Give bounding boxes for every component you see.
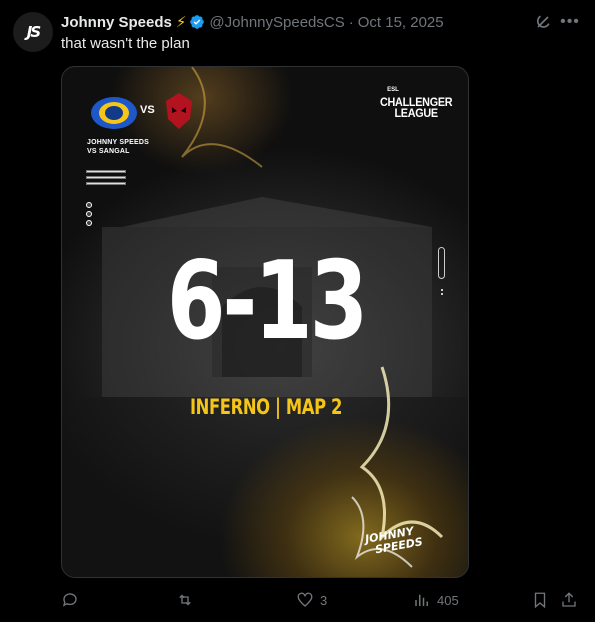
like-icon [297, 592, 313, 607]
view-count: 405 [437, 592, 459, 608]
matchup-line-2: VS SANGAL [87, 148, 130, 155]
bookmark-icon [534, 592, 546, 609]
share-button[interactable] [560, 590, 578, 610]
grok-icon[interactable] [533, 12, 553, 32]
views-button[interactable]: 405 [413, 590, 459, 610]
display-name[interactable]: Johnny Speeds [61, 14, 172, 31]
map-info: INFERNO | MAP 2 [189, 395, 343, 419]
handle[interactable]: @JohnnySpeedsCS [209, 14, 344, 31]
avatar-logo: JS [26, 23, 41, 41]
views-icon [415, 594, 428, 606]
decor-dots [441, 289, 443, 297]
johnny-speeds-logo [91, 97, 137, 129]
like-button[interactable]: 3 [296, 590, 327, 610]
tweet[interactable]: JS Johnny Speeds ⚡ @JohnnySpeedsCS · Oct… [0, 0, 595, 622]
share-icon [562, 592, 576, 607]
decor-tag [438, 247, 445, 279]
media-image[interactable]: VS JOHNNY SPEEDS VS SANGAL ESL CHALLENGE… [61, 66, 469, 578]
vs-label: VS [140, 104, 155, 116]
like-count: 3 [320, 592, 328, 608]
avatar[interactable]: JS [13, 12, 53, 52]
bolt-emoji: ⚡ [175, 14, 187, 31]
matchup-text: JOHNNY SPEEDS VS SANGAL [87, 138, 149, 156]
sangal-logo [166, 93, 192, 129]
league-name: CHALLENGER LEAGUE [380, 96, 453, 120]
separator: · [348, 13, 354, 31]
reply-icon [62, 593, 77, 607]
repost-button[interactable] [176, 590, 200, 610]
decor-bars [86, 170, 126, 188]
bookmark-button[interactable] [531, 590, 549, 610]
esl-logo: ESL [387, 87, 399, 93]
repost-icon [179, 594, 191, 606]
more-icon[interactable]: ••• [560, 12, 580, 32]
tweet-text: that wasn't the plan [61, 35, 190, 52]
league-line-2: LEAGUE [394, 106, 438, 120]
matchup-line-1: JOHNNY SPEEDS [87, 139, 149, 146]
verified-icon [189, 14, 205, 30]
timestamp[interactable]: Oct 15, 2025 [358, 14, 444, 31]
reply-button[interactable] [61, 590, 85, 610]
decor-icons [86, 202, 94, 229]
match-score: 6-13 [166, 239, 368, 364]
tweet-header: Johnny Speeds ⚡ @JohnnySpeedsCS · Oct 15… [61, 12, 444, 32]
action-bar: 3 405 [61, 590, 586, 612]
